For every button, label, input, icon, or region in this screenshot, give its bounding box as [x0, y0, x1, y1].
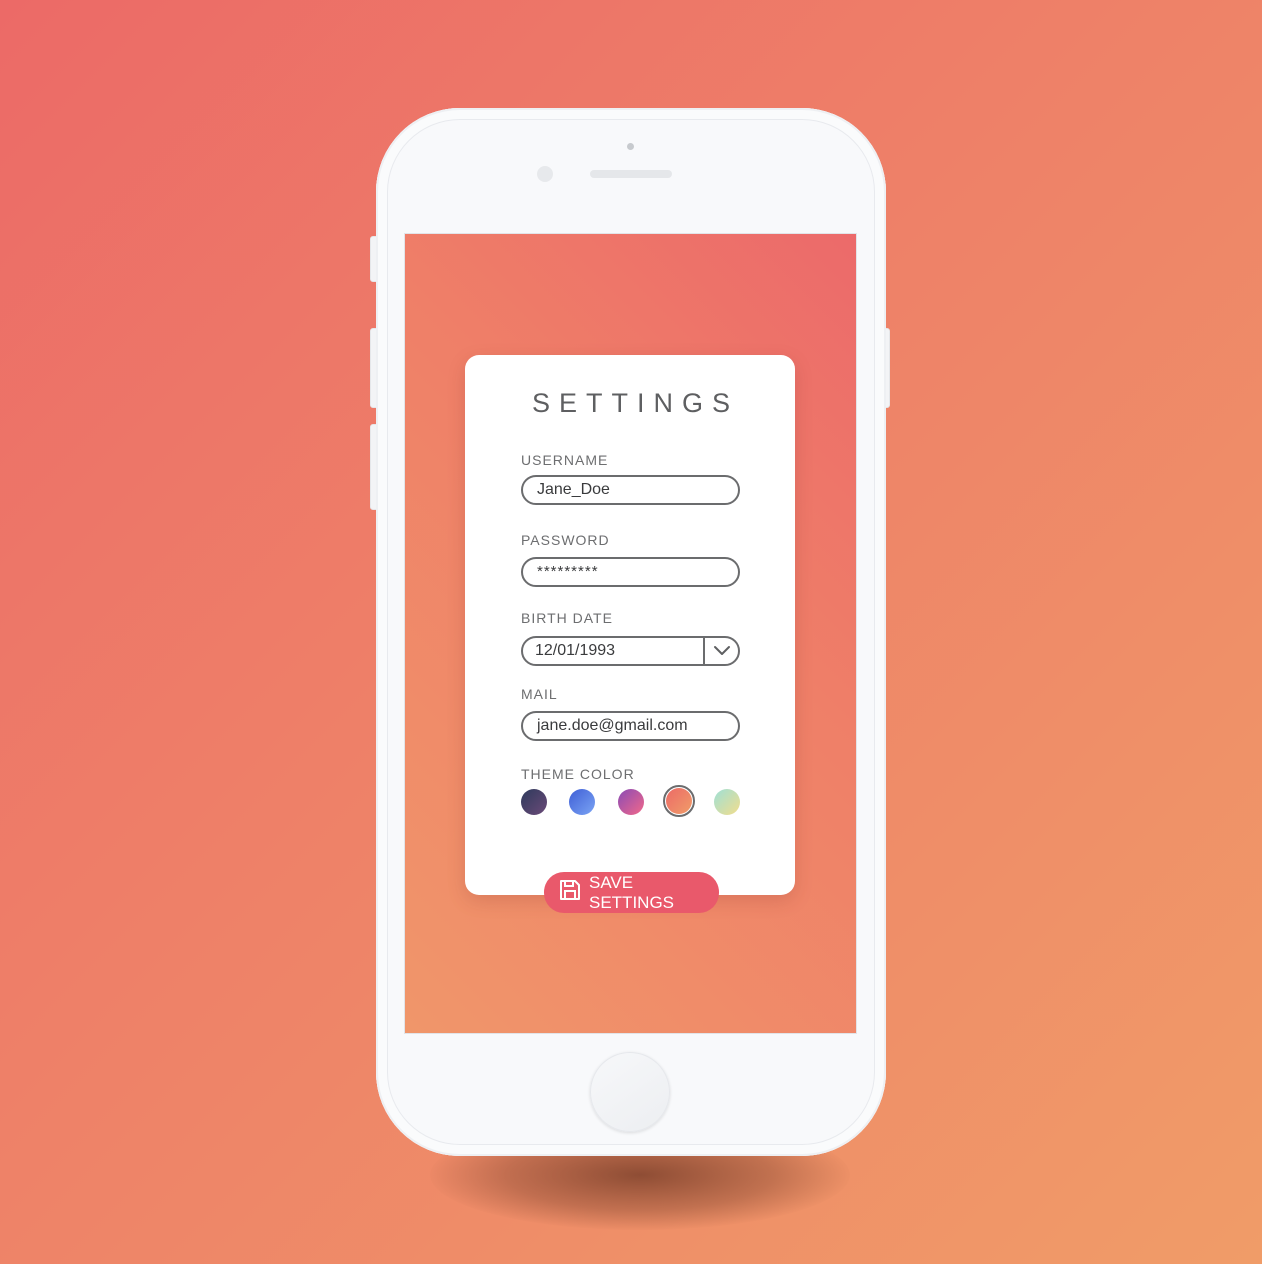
theme-swatch-midnight[interactable]: [521, 789, 547, 815]
save-settings-label: SAVE SETTINGS: [589, 872, 675, 912]
save-settings-button[interactable]: SAVE SETTINGS: [544, 872, 719, 913]
birth-date-label: BIRTH DATE: [521, 610, 613, 626]
password-input[interactable]: *********: [521, 557, 740, 587]
username-label: USERNAME: [521, 452, 609, 468]
theme-swatch-violet[interactable]: [618, 789, 644, 815]
theme-swatch-ocean[interactable]: [569, 789, 595, 815]
page-title: SETTINGS: [531, 388, 739, 418]
home-button[interactable]: [590, 1052, 670, 1132]
earpiece-speaker: [590, 170, 672, 178]
floppy-disk-icon: [558, 878, 582, 907]
front-camera: [537, 166, 553, 182]
theme-swatch-mint[interactable]: [714, 789, 740, 815]
date-divider: [703, 636, 705, 666]
password-label: PASSWORD: [521, 532, 610, 548]
theme-swatch-sunset[interactable]: [666, 788, 692, 814]
chevron-down-icon[interactable]: [706, 638, 738, 664]
mail-input[interactable]: jane.doe@gmail.com: [521, 711, 740, 741]
proximity-sensor: [627, 143, 634, 150]
theme-color-label: THEME COLOR: [521, 766, 635, 782]
mail-label: MAIL: [521, 686, 558, 702]
username-input[interactable]: Jane_Doe: [521, 475, 740, 505]
